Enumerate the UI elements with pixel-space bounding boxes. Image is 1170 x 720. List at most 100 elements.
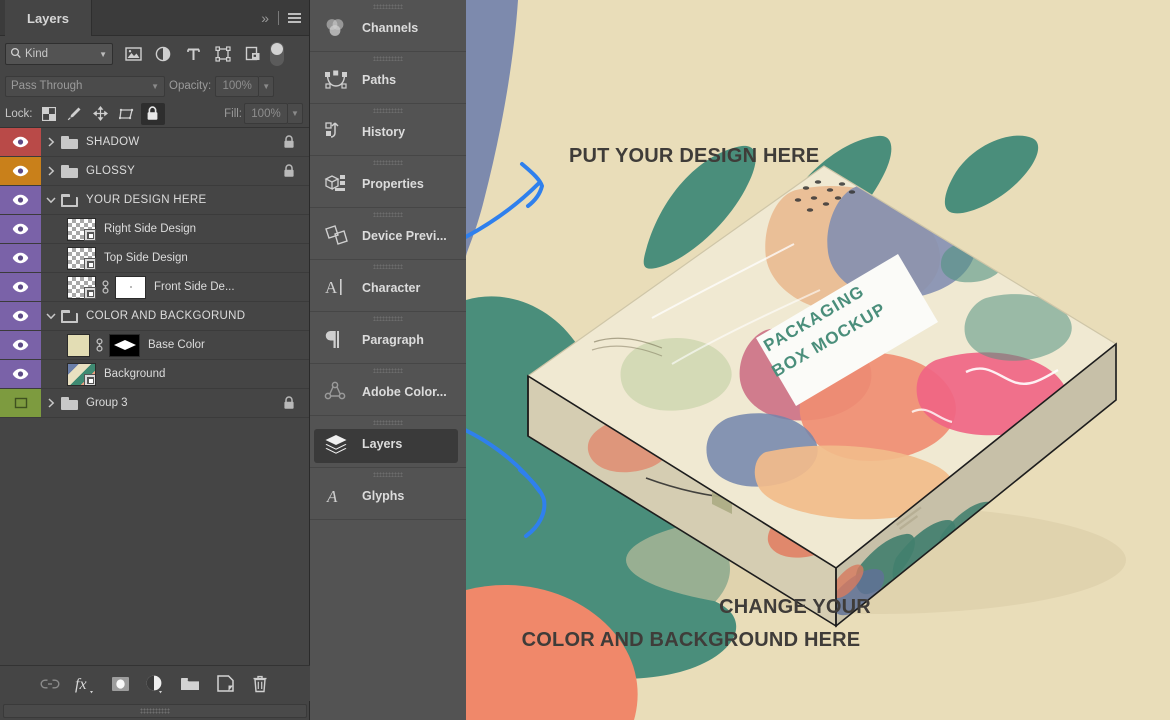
- drag-handle-icon[interactable]: [373, 212, 403, 217]
- search-icon: [10, 47, 22, 62]
- layer-row[interactable]: GLOSSY: [0, 157, 309, 186]
- drag-handle-icon[interactable]: [373, 472, 403, 477]
- layer-row[interactable]: Right Side Design: [0, 215, 309, 244]
- delete-layer-icon[interactable]: [248, 672, 272, 696]
- filter-enable-toggle[interactable]: [270, 42, 284, 66]
- link-layers-icon[interactable]: [38, 672, 62, 696]
- smart-object-thumbnail: [67, 217, 96, 241]
- layer-style-fx-icon[interactable]: fx: [73, 672, 97, 696]
- layer-visibility-toggle[interactable]: [0, 389, 41, 417]
- dock-tab-glyphs[interactable]: A Glyphs: [310, 468, 466, 520]
- chevron-down-icon[interactable]: ▼: [288, 103, 303, 124]
- dock-tab-label: Device Previ...: [362, 228, 447, 243]
- filter-adjustment-icon[interactable]: [148, 41, 178, 67]
- lock-all-icon[interactable]: [140, 102, 165, 125]
- layer-visibility-toggle[interactable]: [0, 128, 41, 156]
- drag-handle-icon[interactable]: [373, 368, 403, 373]
- blend-mode-select[interactable]: Pass Through ▼: [5, 75, 165, 97]
- lock-image-pixels-icon[interactable]: [63, 103, 87, 125]
- layer-thumbnail[interactable]: [67, 217, 96, 241]
- chevrons-right-icon[interactable]: »: [258, 8, 271, 28]
- layer-visibility-toggle[interactable]: [0, 360, 41, 388]
- dock-tab-channels[interactable]: Channels: [310, 0, 466, 52]
- document-canvas[interactable]: PACKAGING BOX MOCKUP PUT YOUR DESIGN HER…: [466, 0, 1170, 720]
- dock-tab-paragraph[interactable]: Paragraph: [310, 312, 466, 364]
- opacity-stepper[interactable]: 100% ▼: [215, 75, 275, 97]
- new-adjustment-layer-icon[interactable]: [143, 672, 167, 696]
- layer-row[interactable]: Top Side Design: [0, 244, 309, 273]
- layer-disclosure-toggle[interactable]: [41, 137, 61, 147]
- layer-lock-indicator[interactable]: [283, 135, 309, 149]
- dock-tab-layers[interactable]: Layers: [310, 416, 466, 468]
- layer-visibility-toggle[interactable]: [0, 157, 41, 185]
- dock-tab-character[interactable]: A Character: [310, 260, 466, 312]
- layer-thumbnail[interactable]: [61, 193, 78, 207]
- layer-row[interactable]: YOUR DESIGN HERE: [0, 186, 309, 215]
- layer-list[interactable]: SHADOW GLOSSY YOUR DESIGN HERE Right Side D…: [0, 128, 309, 418]
- layer-lock-indicator[interactable]: [283, 396, 309, 410]
- lock-position-icon[interactable]: [89, 103, 113, 125]
- layer-row[interactable]: Group 3: [0, 389, 309, 418]
- layer-row[interactable]: COLOR AND BACKGORUND: [0, 302, 309, 331]
- layer-row[interactable]: Front Side De...: [0, 273, 309, 302]
- layer-disclosure-toggle[interactable]: [41, 398, 61, 408]
- layer-mask-thumbnail: [115, 275, 146, 299]
- layer-row[interactable]: SHADOW: [0, 128, 309, 157]
- layer-thumbnail[interactable]: [67, 333, 140, 357]
- layer-thumbnail[interactable]: [61, 135, 78, 149]
- new-layer-icon[interactable]: [213, 672, 237, 696]
- layers-icon: [324, 434, 354, 454]
- lock-label: Lock:: [5, 107, 33, 120]
- drag-handle-icon[interactable]: [373, 264, 403, 269]
- lock-transparent-pixels-icon[interactable]: [37, 103, 61, 125]
- drag-handle-icon[interactable]: [373, 56, 403, 61]
- layer-visibility-toggle[interactable]: [0, 244, 41, 272]
- filter-shape-icon[interactable]: [208, 41, 238, 67]
- fill-value[interactable]: 100%: [244, 103, 288, 124]
- drag-handle-icon[interactable]: [373, 4, 403, 9]
- drag-handle-icon[interactable]: [373, 160, 403, 165]
- layer-visibility-toggle[interactable]: [0, 186, 41, 214]
- lock-artboard-nesting-icon[interactable]: [115, 103, 139, 125]
- opacity-value[interactable]: 100%: [215, 75, 260, 97]
- filter-smartobject-icon[interactable]: [238, 41, 268, 67]
- dock-tab-device-previ[interactable]: Device Previ...: [310, 208, 466, 260]
- grip-dots-icon: [140, 708, 170, 714]
- layer-visibility-toggle[interactable]: [0, 331, 41, 359]
- drag-handle-icon[interactable]: [373, 420, 403, 425]
- layer-disclosure-toggle[interactable]: [41, 166, 61, 176]
- filter-pixel-icon[interactable]: [118, 41, 148, 67]
- layer-visibility-toggle[interactable]: [0, 215, 41, 243]
- layer-lock-indicator[interactable]: [283, 164, 309, 178]
- layer-row[interactable]: Background: [0, 360, 309, 389]
- dock-tab-adobe-color[interactable]: Adobe Color...: [310, 364, 466, 416]
- filter-type-icon[interactable]: [178, 41, 208, 67]
- filter-kind-select[interactable]: Kind ▼: [5, 43, 113, 65]
- drag-handle-icon[interactable]: [373, 108, 403, 113]
- dock-tab-label: Paragraph: [362, 332, 424, 347]
- layer-thumbnail[interactable]: [67, 246, 96, 270]
- chevron-down-icon[interactable]: ▼: [259, 75, 275, 97]
- layer-thumbnail[interactable]: [67, 275, 146, 299]
- add-layer-mask-icon[interactable]: [108, 672, 132, 696]
- dock-tab-history[interactable]: History: [310, 104, 466, 156]
- panel-menu-icon[interactable]: [286, 10, 303, 26]
- layer-name: SHADOW: [86, 136, 140, 148]
- layer-visibility-toggle[interactable]: [0, 302, 41, 330]
- layer-thumbnail[interactable]: [61, 309, 78, 323]
- layer-disclosure-toggle[interactable]: [41, 195, 61, 205]
- layer-visibility-toggle[interactable]: [0, 273, 41, 301]
- layer-row[interactable]: Base Color: [0, 331, 309, 360]
- layer-disclosure-toggle[interactable]: [41, 311, 61, 321]
- dock-tab-paths[interactable]: Paths: [310, 52, 466, 104]
- layer-thumbnail[interactable]: [61, 164, 78, 178]
- dock-tab-properties[interactable]: Properties: [310, 156, 466, 208]
- layer-thumbnail[interactable]: [61, 396, 78, 410]
- chevron-down-icon: [46, 313, 56, 320]
- tab-layers[interactable]: Layers: [5, 0, 92, 36]
- fill-stepper[interactable]: 100% ▼: [244, 103, 303, 124]
- layer-thumbnail[interactable]: [67, 362, 96, 386]
- panel-resize-grip[interactable]: [3, 704, 307, 718]
- drag-handle-icon[interactable]: [373, 316, 403, 321]
- new-group-icon[interactable]: [178, 672, 202, 696]
